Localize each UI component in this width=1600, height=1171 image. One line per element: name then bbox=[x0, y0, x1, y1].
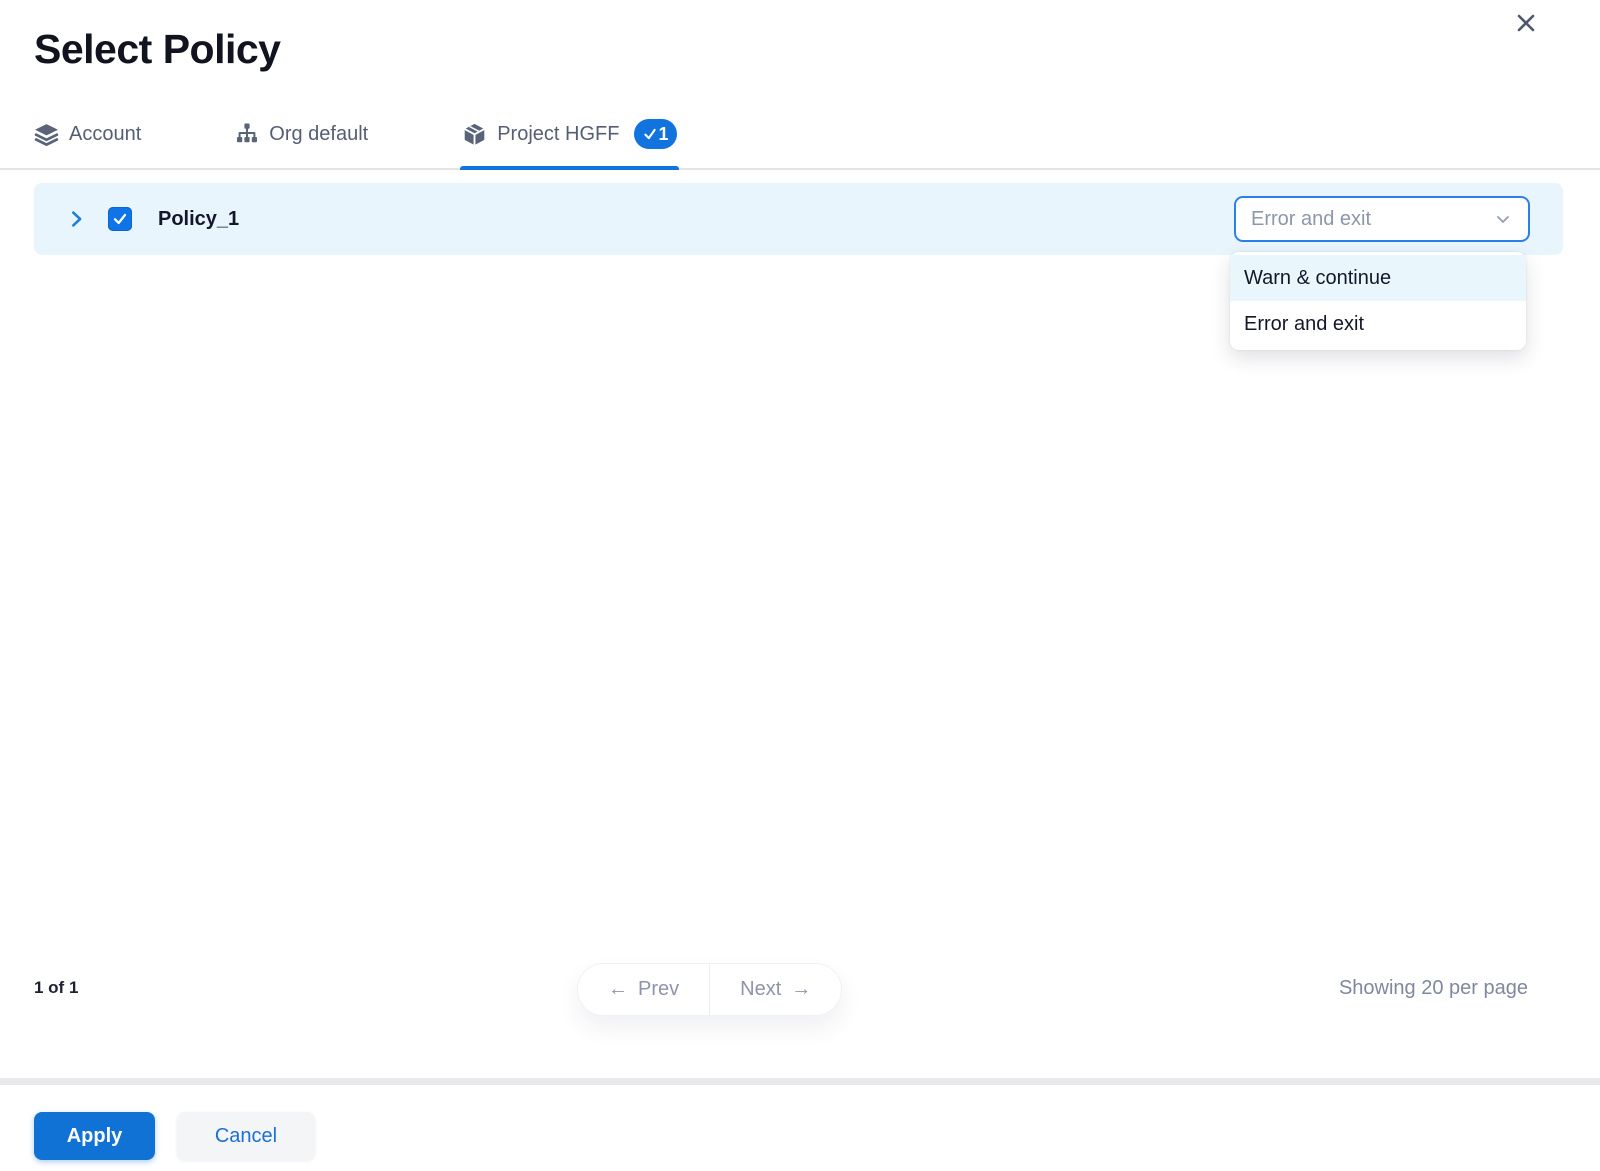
tab-label: Account bbox=[69, 123, 141, 146]
tab-org-default[interactable]: Org default bbox=[235, 100, 368, 168]
tab-label: Org default bbox=[269, 123, 368, 146]
check-icon bbox=[112, 211, 128, 227]
menu-item-error-exit[interactable]: Error and exit bbox=[1230, 301, 1526, 347]
modal-title: Select Policy bbox=[34, 26, 280, 73]
cube-icon bbox=[462, 122, 487, 147]
close-button[interactable] bbox=[1508, 5, 1544, 41]
tab-bar: Account Org default bbox=[0, 100, 1600, 170]
footer-divider bbox=[0, 1078, 1600, 1085]
tab-account[interactable]: Account bbox=[34, 100, 141, 168]
pager: ← Prev Next → bbox=[577, 963, 842, 1016]
org-chart-icon bbox=[235, 122, 259, 146]
prev-button[interactable]: ← Prev bbox=[578, 964, 709, 1015]
arrow-left-icon: ← bbox=[608, 978, 628, 1001]
select-value: Error and exit bbox=[1251, 208, 1493, 231]
layers-icon bbox=[34, 122, 59, 147]
badge-count: 1 bbox=[658, 124, 668, 145]
cancel-button[interactable]: Cancel bbox=[177, 1112, 315, 1160]
per-page-info: Showing 20 per page bbox=[1339, 977, 1528, 1000]
next-button[interactable]: Next → bbox=[710, 964, 841, 1015]
expand-chevron-icon[interactable] bbox=[64, 207, 88, 231]
action-dropdown-menu: Warn & continue Error and exit bbox=[1230, 252, 1526, 350]
next-label: Next bbox=[740, 978, 781, 1001]
tab-label: Project HGFF bbox=[497, 123, 619, 146]
check-icon bbox=[643, 127, 657, 141]
page-info: 1 of 1 bbox=[34, 978, 78, 998]
policy-checkbox[interactable] bbox=[108, 207, 132, 231]
tab-project-hgff[interactable]: Project HGFF 1 bbox=[462, 100, 677, 168]
policy-row: Policy_1 Error and exit bbox=[34, 183, 1563, 255]
prev-label: Prev bbox=[638, 978, 679, 1001]
apply-button[interactable]: Apply bbox=[34, 1112, 155, 1160]
policy-name: Policy_1 bbox=[158, 208, 239, 231]
chevron-down-icon bbox=[1493, 209, 1513, 229]
action-select[interactable]: Error and exit bbox=[1234, 196, 1530, 242]
menu-item-warn-continue[interactable]: Warn & continue bbox=[1230, 255, 1526, 301]
close-icon bbox=[1514, 11, 1538, 35]
selected-count-badge: 1 bbox=[634, 119, 677, 149]
arrow-right-icon: → bbox=[791, 978, 811, 1001]
